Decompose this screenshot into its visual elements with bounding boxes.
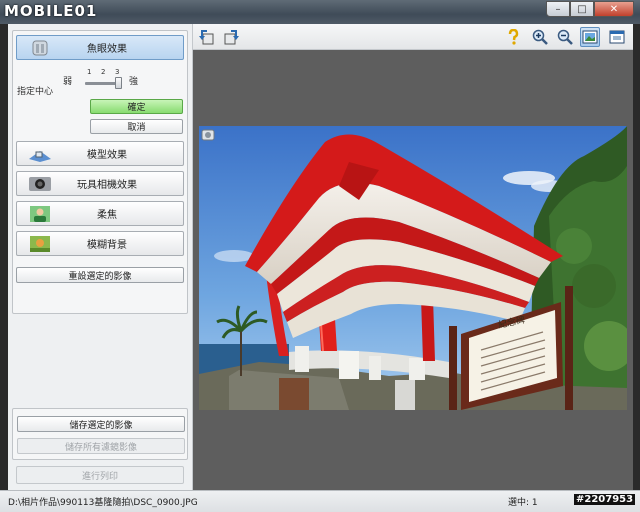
model-label: 模型效果 <box>87 150 127 161</box>
toy-camera-label: 玩具相機效果 <box>77 180 137 191</box>
zoom-out-button[interactable] <box>555 27 575 47</box>
app-logo: MOBILE01 <box>4 2 98 20</box>
zoom-out-icon <box>557 29 573 45</box>
fisheye-photo: 紀念碑 <box>199 126 627 410</box>
title-bar: MOBILE01 – □ ✕ <box>0 0 640 24</box>
fisheye-label: 魚眼效果 <box>87 44 127 55</box>
viewer-toolbar <box>193 24 633 50</box>
slider-tick-2: 2 <box>101 68 106 76</box>
effects-group: 魚眼效果 弱 1 2 3 強 指定中心 確定 取消 模型效果 玩具相機效果 柔焦… <box>12 30 188 314</box>
camera-icon <box>27 175 53 193</box>
portrait-icon <box>27 205 53 223</box>
rotate-left-button[interactable] <box>197 27 217 47</box>
miniature-icon <box>27 145 53 163</box>
save-all-button[interactable]: 儲存所有濾鏡影像 <box>17 438 185 454</box>
selection-count: 選中: 1 <box>508 498 538 508</box>
slider-strong-label: 強 <box>129 77 139 87</box>
landscape-icon <box>27 235 53 253</box>
print-button[interactable]: 進行列印 <box>16 466 184 484</box>
center-label: 指定中心 <box>17 87 54 97</box>
full-screen-icon <box>609 30 625 44</box>
fisheye-icon <box>27 39 53 57</box>
photo-mode-icon <box>201 129 215 141</box>
reset-selected-button[interactable]: 重設選定的影像 <box>16 267 184 283</box>
watermark-id: #2207953 <box>574 494 636 505</box>
status-bar: D:\相片作品\990113基隆隨拍\DSC_0900.JPG 選中: 1 #2… <box>0 490 640 512</box>
save-selected-button[interactable]: 儲存選定的影像 <box>17 416 185 432</box>
full-screen-button[interactable] <box>607 27 627 47</box>
blur-background-button[interactable]: 模糊背景 <box>16 231 184 256</box>
soft-focus-button[interactable]: 柔焦 <box>16 201 184 226</box>
effects-panel: 魚眼效果 弱 1 2 3 強 指定中心 確定 取消 模型效果 玩具相機效果 柔焦… <box>8 24 193 490</box>
slider-weak-label: 弱 <box>63 77 73 87</box>
zoom-in-icon <box>532 29 548 45</box>
zoom-in-button[interactable] <box>530 27 550 47</box>
image-viewer[interactable]: 紀念碑 <box>193 50 633 490</box>
fisheye-effect-button[interactable]: 魚眼效果 <box>16 35 184 60</box>
toy-camera-button[interactable]: 玩具相機效果 <box>16 171 184 196</box>
slider-tick-3: 3 <box>115 68 120 76</box>
maximize-button[interactable]: □ <box>570 1 594 17</box>
file-path: D:\相片作品\990113基隆隨拍\DSC_0900.JPG <box>8 498 198 508</box>
blur-background-label: 模糊背景 <box>87 240 127 251</box>
close-button[interactable]: ✕ <box>594 1 634 17</box>
slider-tick-1: 1 <box>87 68 92 76</box>
save-group: 儲存選定的影像 儲存所有濾鏡影像 <box>12 408 188 460</box>
model-effect-button[interactable]: 模型效果 <box>16 141 184 166</box>
window-controls: – □ ✕ <box>546 1 634 17</box>
rotate-right-icon <box>224 30 239 45</box>
fit-to-window-button[interactable] <box>580 27 600 47</box>
cancel-button[interactable]: 取消 <box>90 119 183 134</box>
help-button[interactable] <box>503 27 523 47</box>
rotate-right-button[interactable] <box>221 27 241 47</box>
help-icon <box>508 29 519 45</box>
soft-focus-label: 柔焦 <box>97 210 117 221</box>
picture-icon <box>582 30 598 44</box>
rotate-left-icon <box>199 30 214 45</box>
ok-button[interactable]: 確定 <box>90 99 183 114</box>
slider-thumb[interactable] <box>115 77 122 89</box>
minimize-button[interactable]: – <box>546 1 570 17</box>
